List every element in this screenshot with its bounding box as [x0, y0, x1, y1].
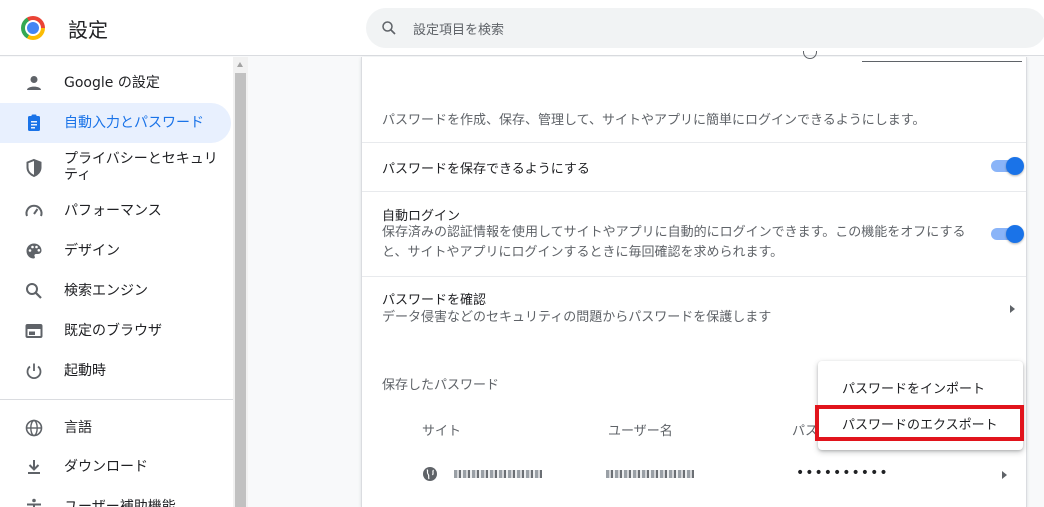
column-header-site: サイト	[422, 424, 462, 439]
download-icon	[28, 460, 40, 474]
chevron-right-icon[interactable]	[1010, 305, 1015, 313]
partial-icon	[803, 51, 817, 59]
sidebar-item-accessibility[interactable]: ユーザー補助機能	[0, 487, 231, 507]
row-separator	[362, 191, 1026, 192]
sidebar-item-label: ユーザー補助機能	[64, 499, 176, 507]
site-redacted	[454, 470, 542, 478]
offer-save-label: パスワードを保存できるようにする	[382, 162, 590, 177]
highlight-box	[815, 405, 1024, 441]
search-input[interactable]: 設定項目を検索	[413, 19, 504, 38]
clipboard-icon	[28, 114, 40, 131]
sidebar-item-label: デザイン	[64, 243, 120, 259]
chevron-right-icon[interactable]	[1002, 471, 1007, 479]
sidebar-item-google-settings[interactable]: Google の設定	[0, 63, 231, 103]
search-icon	[382, 21, 396, 35]
page-title: 設定	[68, 18, 108, 42]
search-icon	[26, 283, 42, 299]
sidebar-item-performance[interactable]: パフォーマンス	[0, 191, 231, 231]
sidebar-item-label: 自動入力とパスワード	[64, 115, 204, 131]
sidebar-item-downloads[interactable]: ダウンロード	[0, 447, 231, 487]
column-header-username: ユーザー名	[608, 424, 673, 439]
saved-passwords-heading: 保存したパスワード	[382, 378, 500, 393]
menu-item-import-passwords[interactable]: パスワードをインポート	[818, 370, 1023, 402]
speedometer-icon	[25, 204, 43, 217]
password-masked: ••••••••••	[796, 465, 889, 481]
toggle-knob	[1006, 225, 1024, 243]
section-description: パスワードを作成、保存、管理して、サイトやアプリに簡単にログインできるようにしま…	[382, 113, 926, 128]
sidebar-item-default-browser[interactable]: 既定のブラウザ	[0, 311, 231, 351]
sidebar-item-on-startup[interactable]: 起動時	[0, 351, 231, 391]
settings-search[interactable]: 設定項目を検索	[366, 8, 1044, 48]
toggle-knob	[1006, 157, 1024, 175]
person-icon	[27, 76, 41, 90]
check-passwords-label[interactable]: パスワードを確認	[382, 289, 486, 308]
sidebar-item-search-engine[interactable]: 検索エンジン	[0, 271, 231, 311]
sidebar-item-label: 既定のブラウザ	[64, 323, 162, 339]
chrome-logo-icon	[21, 16, 45, 40]
username-redacted	[606, 470, 694, 478]
sidebar-item-label: プライバシーとセキュリティ	[64, 151, 218, 183]
sidebar-item-languages[interactable]: 言語	[0, 408, 231, 448]
auto-signin-toggle[interactable]	[991, 225, 1024, 243]
scroll-thumb[interactable]	[235, 73, 246, 507]
sidebar-item-label: Google の設定	[64, 75, 160, 91]
globe-icon	[25, 419, 43, 437]
power-icon	[26, 363, 42, 380]
sidebar-item-autofill-passwords[interactable]: 自動入力とパスワード	[0, 103, 231, 143]
auto-signin-label: 自動ログイン	[382, 209, 461, 224]
shield-icon	[26, 158, 42, 178]
row-separator	[362, 276, 1026, 277]
sidebar: Google の設定 自動入力とパスワード プライバシーとセキュリティ パフォー…	[0, 57, 233, 507]
sidebar-item-label: ダウンロード	[64, 459, 148, 475]
site-favicon-globe-icon	[423, 467, 437, 481]
sidebar-item-label: 起動時	[64, 363, 106, 379]
partial-input-underline	[862, 61, 1022, 62]
sidebar-item-privacy-security[interactable]: プライバシーとセキュリティ	[0, 146, 231, 190]
sidebar-item-label: パフォーマンス	[64, 203, 162, 219]
browser-icon	[25, 324, 43, 338]
accessibility-icon	[27, 498, 41, 507]
top-toolbar: 設定 設定項目を検索	[0, 0, 1044, 56]
table-row[interactable]: ••••••••••	[362, 452, 1026, 498]
row-separator	[362, 142, 1026, 143]
sidebar-scrollbar[interactable]	[233, 57, 248, 507]
palette-icon	[26, 243, 42, 259]
sidebar-item-label: 言語	[64, 420, 92, 436]
offer-save-toggle[interactable]	[991, 157, 1024, 175]
sidebar-item-appearance[interactable]: デザイン	[0, 231, 231, 271]
check-passwords-description: データ侵害などのセキュリティの問題からパスワードを保護します	[382, 310, 772, 325]
scroll-up-arrow-icon[interactable]	[237, 62, 243, 67]
sidebar-item-label: 検索エンジン	[64, 283, 148, 299]
auto-signin-description: 保存済みの認証情報を使用してサイトやアプリに自動的にログインできます。この機能を…	[382, 225, 966, 260]
menu-item-label: パスワードをインポート	[842, 382, 986, 397]
sidebar-divider	[0, 399, 233, 400]
